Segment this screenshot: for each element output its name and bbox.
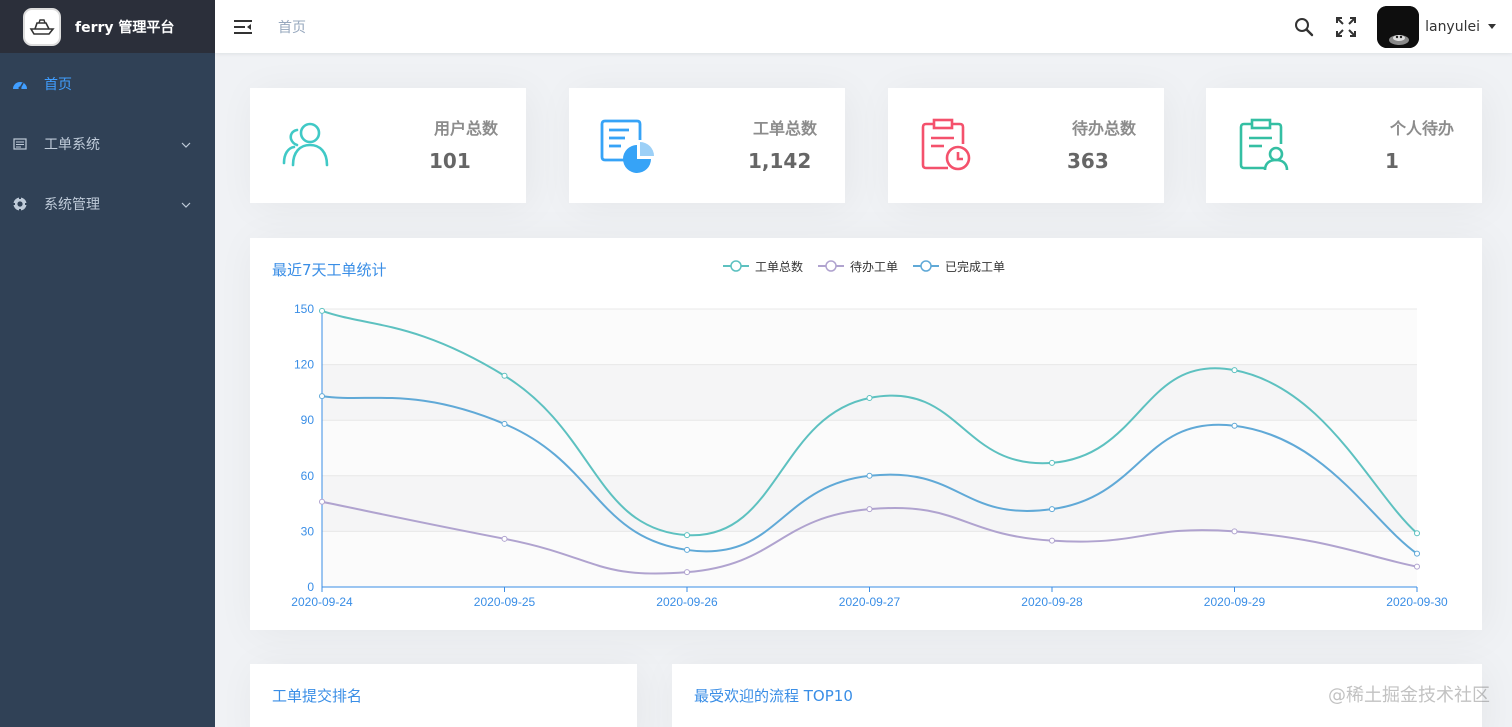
x-tick-label: 2020-09-26 <box>656 595 718 609</box>
data-point <box>501 372 508 379</box>
ticket-icon <box>12 136 28 152</box>
search-icon[interactable] <box>1293 16 1315 38</box>
data-point <box>1414 550 1420 557</box>
legend-marker <box>920 260 932 272</box>
y-tick-label: 120 <box>294 358 314 372</box>
clipboard-user-icon <box>1236 118 1292 174</box>
chevron-down-icon <box>181 136 191 152</box>
clipboard-clock-icon <box>918 118 974 174</box>
data-point <box>1049 537 1055 544</box>
x-tick-label: 2020-09-27 <box>839 595 901 609</box>
stat-card-personal-todo[interactable]: 个人待办 1 <box>1206 88 1482 203</box>
data-point <box>1414 530 1420 537</box>
y-tick-label: 90 <box>301 413 315 427</box>
data-point <box>684 532 690 539</box>
y-tick-label: 0 <box>307 580 314 594</box>
chart-band <box>322 475 1417 532</box>
data-point <box>1231 422 1238 429</box>
y-tick-label: 30 <box>301 524 315 538</box>
data-point <box>684 546 690 553</box>
stat-value: 101 <box>429 149 471 173</box>
sidebar-item-ticket-system[interactable]: 工单系统 <box>0 114 215 174</box>
data-point <box>684 569 690 576</box>
settings-icon <box>12 196 28 212</box>
stat-card-pending[interactable]: 待办总数 363 <box>888 88 1164 203</box>
sidebar-item-label: 系统管理 <box>44 197 100 213</box>
legend-label: 待办工单 <box>850 259 898 274</box>
fullscreen-icon[interactable] <box>1335 16 1357 38</box>
chart-band <box>322 309 1417 365</box>
x-tick-label: 2020-09-28 <box>1021 595 1083 609</box>
sidebar: ferry 管理平台 首页 工单系统 系统管理 <box>0 0 215 727</box>
x-tick-label: 2020-09-25 <box>474 595 536 609</box>
app-title: ferry 管理平台 <box>75 19 175 36</box>
stat-value: 363 <box>1067 149 1109 173</box>
users-icon <box>280 118 336 174</box>
x-tick-label: 2020-09-29 <box>1204 595 1266 609</box>
ticket-ranking-card: 工单提交排名 <box>250 664 637 727</box>
legend-marker <box>730 260 742 272</box>
watermark: @稀土掘金技术社区 <box>1328 685 1490 706</box>
navbar: 首页 lanyulei <box>215 0 1512 53</box>
data-point <box>866 472 873 479</box>
avatar[interactable] <box>1377 5 1420 48</box>
stat-label: 待办总数 <box>1071 119 1136 138</box>
sidebar-item-label: 工单系统 <box>44 137 100 153</box>
logo-icon <box>23 7 61 46</box>
legend-marker <box>825 260 837 272</box>
stat-value: 1,142 <box>748 149 812 173</box>
data-point <box>319 393 325 400</box>
dashboard-icon <box>12 76 28 92</box>
breadcrumb[interactable]: 首页 <box>278 17 306 37</box>
data-point <box>1414 563 1420 570</box>
right-menu: lanyulei <box>1293 0 1512 53</box>
sidebar-item-home[interactable]: 首页 <box>0 54 215 114</box>
stat-label: 个人待办 <box>1389 119 1454 138</box>
data-point <box>319 307 325 314</box>
stat-label: 工单总数 <box>752 119 817 138</box>
data-point <box>1231 367 1238 374</box>
line-chart: 0 30 60 90 120 150 2020-09-24 2020-09-25 2020-09… <box>291 259 1448 609</box>
data-point <box>866 394 873 401</box>
stat-card-tickets[interactable]: 工单总数 1,142 <box>569 88 845 203</box>
hamburger-icon[interactable] <box>233 17 253 37</box>
chart-band <box>322 531 1417 587</box>
chart-title: 最近7天工单统计 <box>272 261 387 279</box>
data-point <box>866 506 873 513</box>
stat-label: 用户总数 <box>433 119 498 138</box>
legend-label: 已完成工单 <box>945 259 1005 274</box>
data-point <box>319 498 325 505</box>
data-point <box>1049 459 1055 466</box>
data-point <box>1049 506 1055 513</box>
x-tick-label: 2020-09-24 <box>291 595 353 609</box>
data-point <box>501 420 508 427</box>
popular-process-title: 最受欢迎的流程 TOP10 <box>694 687 853 705</box>
username[interactable]: lanyulei <box>1425 19 1480 35</box>
x-tick-label: 2020-09-30 <box>1386 595 1448 609</box>
logo-bar: ferry 管理平台 <box>0 0 215 53</box>
data-point <box>1231 528 1238 535</box>
y-tick-label: 150 <box>294 302 314 316</box>
stat-value: 1 <box>1385 149 1399 173</box>
ticket-chart-icon <box>599 118 655 174</box>
caret-down-icon[interactable] <box>1488 24 1496 29</box>
chevron-down-icon <box>181 196 191 212</box>
ticket-ranking-title: 工单提交排名 <box>272 687 363 705</box>
chart-band <box>322 364 1417 421</box>
sidebar-item-label: 首页 <box>44 77 72 93</box>
sidebar-item-system-admin[interactable]: 系统管理 <box>0 174 215 234</box>
legend-label: 工单总数 <box>755 259 803 274</box>
chart-card: 0 30 60 90 120 150 2020-09-24 2020-09-25 2020-09… <box>250 238 1482 630</box>
y-tick-label: 60 <box>301 469 315 483</box>
stat-card-users[interactable]: 用户总数 101 <box>250 88 526 203</box>
data-point <box>501 535 508 542</box>
